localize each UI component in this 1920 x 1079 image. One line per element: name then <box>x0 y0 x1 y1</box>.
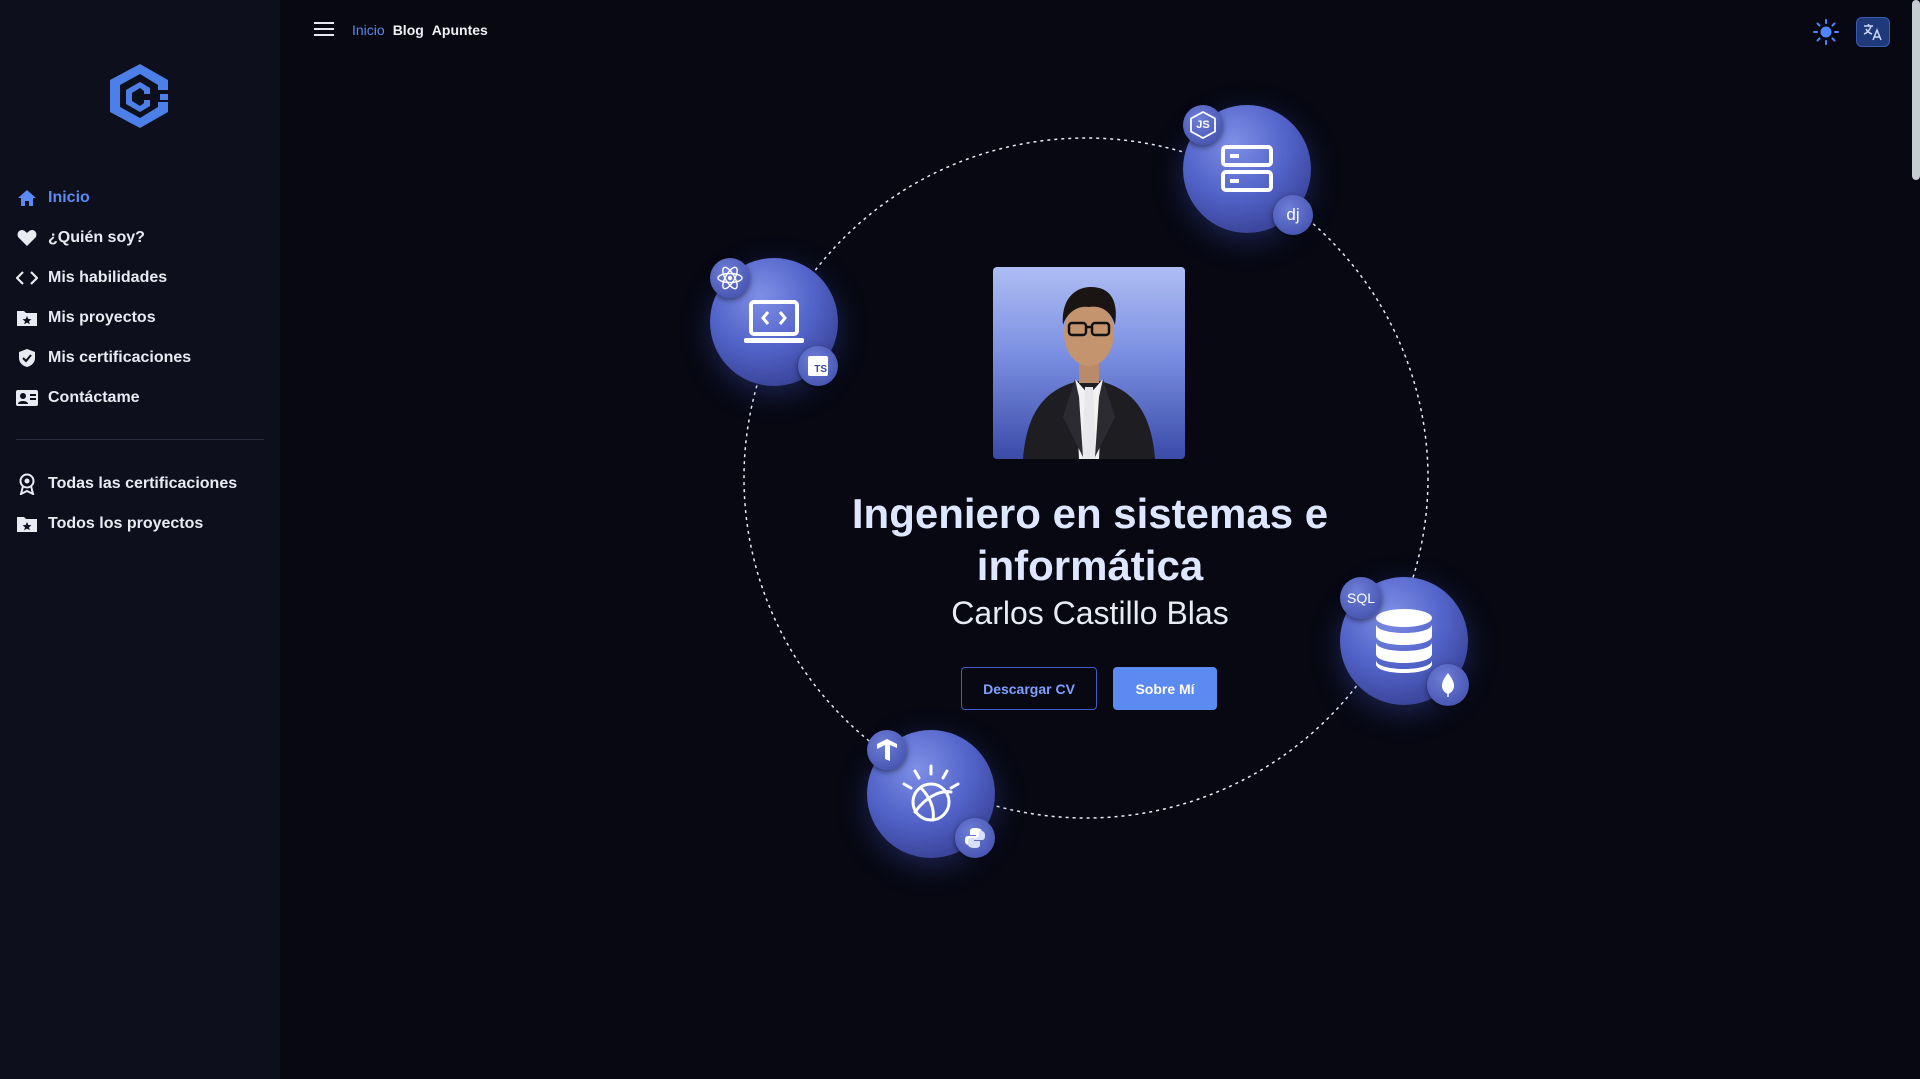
menu-toggle-button[interactable] <box>314 22 334 38</box>
mongodb-icon <box>1427 664 1469 706</box>
sidebar-item-label: Contáctame <box>48 389 140 406</box>
sidebar-secondary-nav: Todas las certificaciones Todos los proy… <box>14 464 266 544</box>
sidebar-nav: Inicio ¿Quién soy? Mis habilidades Mis p… <box>14 178 266 418</box>
person-name: Carlos Castillo Blas <box>951 595 1229 631</box>
topnav-link-blog[interactable]: Blog <box>393 22 424 38</box>
nodejs-icon: JS <box>1183 105 1223 145</box>
contact-card-icon <box>14 387 40 409</box>
code-icon <box>14 267 40 289</box>
sidebar-item-label: Todas las certificaciones <box>48 475 238 492</box>
hamburger-line <box>314 22 334 24</box>
top-nav: Inicio Blog Apuntes <box>352 22 488 38</box>
profile-photo <box>993 267 1185 459</box>
page-scrollbar[interactable] <box>1912 0 1920 180</box>
folder-star-icon <box>14 513 40 535</box>
topnav-link-apuntes[interactable]: Apuntes <box>432 22 488 38</box>
ibm-watson-icon <box>902 764 960 822</box>
typescript-icon: TS <box>798 346 838 386</box>
sidebar-item-label: Mis habilidades <box>48 269 168 286</box>
sidebar-item-label: Mis proyectos <box>48 309 156 326</box>
about-me-button[interactable]: Sobre Mí <box>1113 667 1217 710</box>
sun-icon <box>1813 19 1839 45</box>
sidebar-divider <box>16 439 264 440</box>
sidebar-item-label: ¿Quién soy? <box>48 229 145 246</box>
nodejs-badge-label: JS <box>1196 119 1210 131</box>
award-icon <box>14 473 40 495</box>
sidebar-item-label: Mis certificaciones <box>48 349 192 366</box>
hamburger-line <box>314 34 334 36</box>
home-icon <box>14 187 40 209</box>
database-icon <box>1376 609 1432 673</box>
download-cv-button[interactable]: Descargar CV <box>961 667 1097 710</box>
sidebar: Inicio ¿Quién soy? Mis habilidades Mis p… <box>0 0 280 1079</box>
theme-toggle-button[interactable] <box>1812 18 1840 46</box>
sidebar-item-quien-soy[interactable]: ¿Quién soy? <box>14 218 266 258</box>
folder-star-icon <box>14 307 40 329</box>
sidebar-item-proyectos[interactable]: Mis proyectos <box>14 298 266 338</box>
translate-icon <box>1863 24 1882 41</box>
server-icon <box>1221 145 1273 192</box>
django-icon: dj <box>1273 195 1313 235</box>
sidebar-item-label: Todos los proyectos <box>48 515 204 532</box>
sidebar-item-todas-certificaciones[interactable]: Todas las certificaciones <box>14 464 266 504</box>
tensorflow-icon <box>867 730 907 770</box>
sidebar-item-label: Inicio <box>48 189 90 206</box>
laptop-code-icon <box>744 300 804 343</box>
sidebar-item-contactame[interactable]: Contáctame <box>14 378 266 418</box>
cc-logo-icon[interactable] <box>104 60 176 132</box>
shield-check-icon <box>14 347 40 369</box>
topnav-link-inicio[interactable]: Inicio <box>352 22 385 38</box>
sidebar-item-inicio[interactable]: Inicio <box>14 178 266 218</box>
page-title: Ingeniero en sistemas e informática <box>851 490 1329 589</box>
sidebar-item-certificaciones[interactable]: Mis certificaciones <box>14 338 266 378</box>
react-icon <box>710 258 750 298</box>
sidebar-item-todos-proyectos[interactable]: Todos los proyectos <box>14 504 266 544</box>
sidebar-item-habilidades[interactable]: Mis habilidades <box>14 258 266 298</box>
language-button[interactable] <box>1856 17 1890 47</box>
typescript-badge-label: TS <box>814 364 827 375</box>
python-icon <box>955 818 995 858</box>
hamburger-line <box>314 28 334 30</box>
heart-icon <box>14 227 40 249</box>
